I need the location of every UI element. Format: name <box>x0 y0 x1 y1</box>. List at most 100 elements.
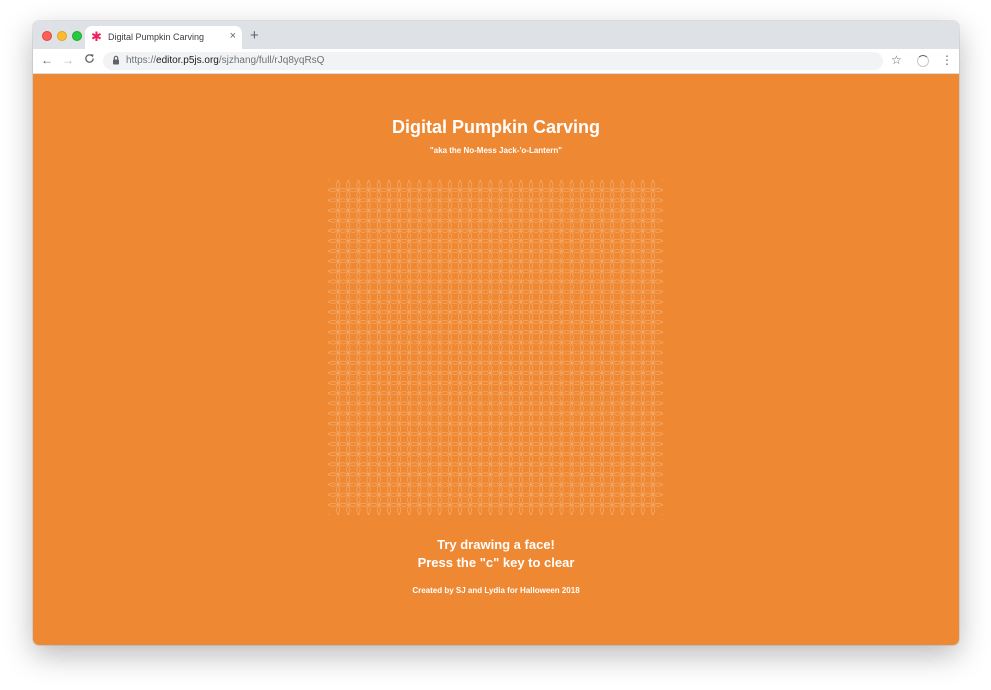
carve-cell[interactable] <box>518 370 534 386</box>
carve-cell[interactable] <box>539 218 554 233</box>
carve-cell[interactable] <box>336 492 351 507</box>
carve-cell[interactable] <box>366 330 381 345</box>
carve-cell[interactable] <box>366 370 381 386</box>
carve-cell[interactable] <box>640 462 655 477</box>
carve-cell[interactable] <box>529 289 544 304</box>
carve-cell[interactable] <box>376 238 391 254</box>
carve-cell[interactable] <box>447 330 462 345</box>
carve-cell[interactable] <box>498 472 513 487</box>
carve-cell[interactable] <box>640 218 655 233</box>
carve-cell[interactable] <box>610 340 625 355</box>
carve-cell[interactable] <box>488 279 503 294</box>
carve-cell[interactable] <box>529 431 544 446</box>
carve-cell[interactable] <box>336 299 351 314</box>
carve-cell[interactable] <box>610 309 625 325</box>
carve-cell[interactable] <box>346 198 361 213</box>
carve-cell[interactable] <box>610 320 625 335</box>
carve-cell[interactable] <box>417 309 432 325</box>
carve-cell[interactable] <box>397 218 412 233</box>
carve-cell[interactable] <box>407 401 422 416</box>
carve-cell[interactable] <box>328 180 341 193</box>
carve-cell[interactable] <box>630 340 645 355</box>
carve-cell[interactable] <box>437 309 452 325</box>
carve-cell[interactable] <box>407 381 422 396</box>
carve-cell[interactable] <box>478 472 493 487</box>
carve-cell[interactable] <box>640 421 655 436</box>
carve-cell[interactable] <box>559 462 574 477</box>
carve-cell[interactable] <box>640 482 655 497</box>
carve-cell[interactable] <box>589 330 605 345</box>
carve-cell[interactable] <box>589 238 605 254</box>
carve-cell[interactable] <box>437 228 452 243</box>
carve-cell[interactable] <box>630 441 645 457</box>
carve-cell[interactable] <box>366 340 381 355</box>
carve-cell[interactable] <box>346 441 361 457</box>
carve-cell[interactable] <box>518 391 534 406</box>
carve-cell[interactable] <box>478 218 493 233</box>
carve-cell[interactable] <box>356 289 371 304</box>
carve-cell[interactable] <box>407 218 422 233</box>
carve-cell[interactable] <box>518 401 534 416</box>
carve-cell[interactable] <box>397 198 412 213</box>
carve-cell[interactable] <box>630 269 645 284</box>
carve-cell[interactable] <box>650 180 663 193</box>
carve-cell[interactable] <box>630 381 645 396</box>
carve-cell[interactable] <box>529 279 544 294</box>
carve-cell[interactable] <box>346 238 361 254</box>
carve-cell[interactable] <box>579 472 594 487</box>
carve-cell[interactable] <box>478 360 493 375</box>
carve-cell[interactable] <box>346 340 361 355</box>
carve-cell[interactable] <box>468 431 483 446</box>
carve-cell[interactable] <box>386 431 402 446</box>
forward-arrow-icon[interactable]: → <box>62 53 74 67</box>
carve-cell[interactable] <box>397 452 412 467</box>
carve-cell[interactable] <box>589 309 605 325</box>
carve-cell[interactable] <box>579 360 594 375</box>
carve-cell[interactable] <box>610 350 625 365</box>
carve-cell[interactable] <box>569 401 584 416</box>
carve-cell[interactable] <box>589 188 605 203</box>
carve-cell[interactable] <box>600 299 615 314</box>
carve-cell[interactable] <box>336 401 351 416</box>
carve-cell[interactable] <box>427 228 442 243</box>
carve-cell[interactable] <box>336 431 351 446</box>
carve-cell[interactable] <box>640 411 655 426</box>
carve-cell[interactable] <box>468 228 483 243</box>
carve-cell[interactable] <box>366 198 381 213</box>
carve-cell[interactable] <box>437 452 452 467</box>
carve-cell[interactable] <box>468 391 483 406</box>
carve-cell[interactable] <box>508 482 523 497</box>
carve-cell[interactable] <box>589 431 605 446</box>
carve-cell[interactable] <box>366 279 381 294</box>
carve-cell[interactable] <box>559 340 574 355</box>
carve-cell[interactable] <box>397 188 412 203</box>
carve-cell[interactable] <box>559 228 574 243</box>
carve-cell[interactable] <box>630 401 645 416</box>
carve-cell[interactable] <box>539 360 554 375</box>
carve-cell[interactable] <box>468 188 483 203</box>
carve-cell[interactable] <box>437 381 452 396</box>
carve-cell[interactable] <box>508 309 523 325</box>
carve-cell[interactable] <box>468 208 483 223</box>
carve-cell[interactable] <box>610 299 625 314</box>
carve-cell[interactable] <box>478 289 493 304</box>
carve-cell[interactable] <box>397 411 412 426</box>
carve-cell[interactable] <box>600 320 615 335</box>
carve-cell[interactable] <box>559 330 574 345</box>
carve-cell[interactable] <box>488 218 503 233</box>
carve-cell[interactable] <box>407 411 422 426</box>
carve-cell[interactable] <box>640 208 655 223</box>
carve-cell[interactable] <box>457 401 473 416</box>
carve-cell[interactable] <box>356 238 371 254</box>
tab-close-icon[interactable]: × <box>230 30 236 42</box>
carve-cell[interactable] <box>336 259 351 274</box>
carve-cell[interactable] <box>468 279 483 294</box>
carve-cell[interactable] <box>417 238 432 254</box>
carve-cell[interactable] <box>589 441 605 457</box>
carve-cell[interactable] <box>437 320 452 335</box>
carve-cell[interactable] <box>630 370 645 386</box>
carve-cell[interactable] <box>356 269 371 284</box>
carve-cell[interactable] <box>407 259 422 274</box>
carve-cell[interactable] <box>386 350 402 365</box>
carve-cell[interactable] <box>386 411 402 426</box>
